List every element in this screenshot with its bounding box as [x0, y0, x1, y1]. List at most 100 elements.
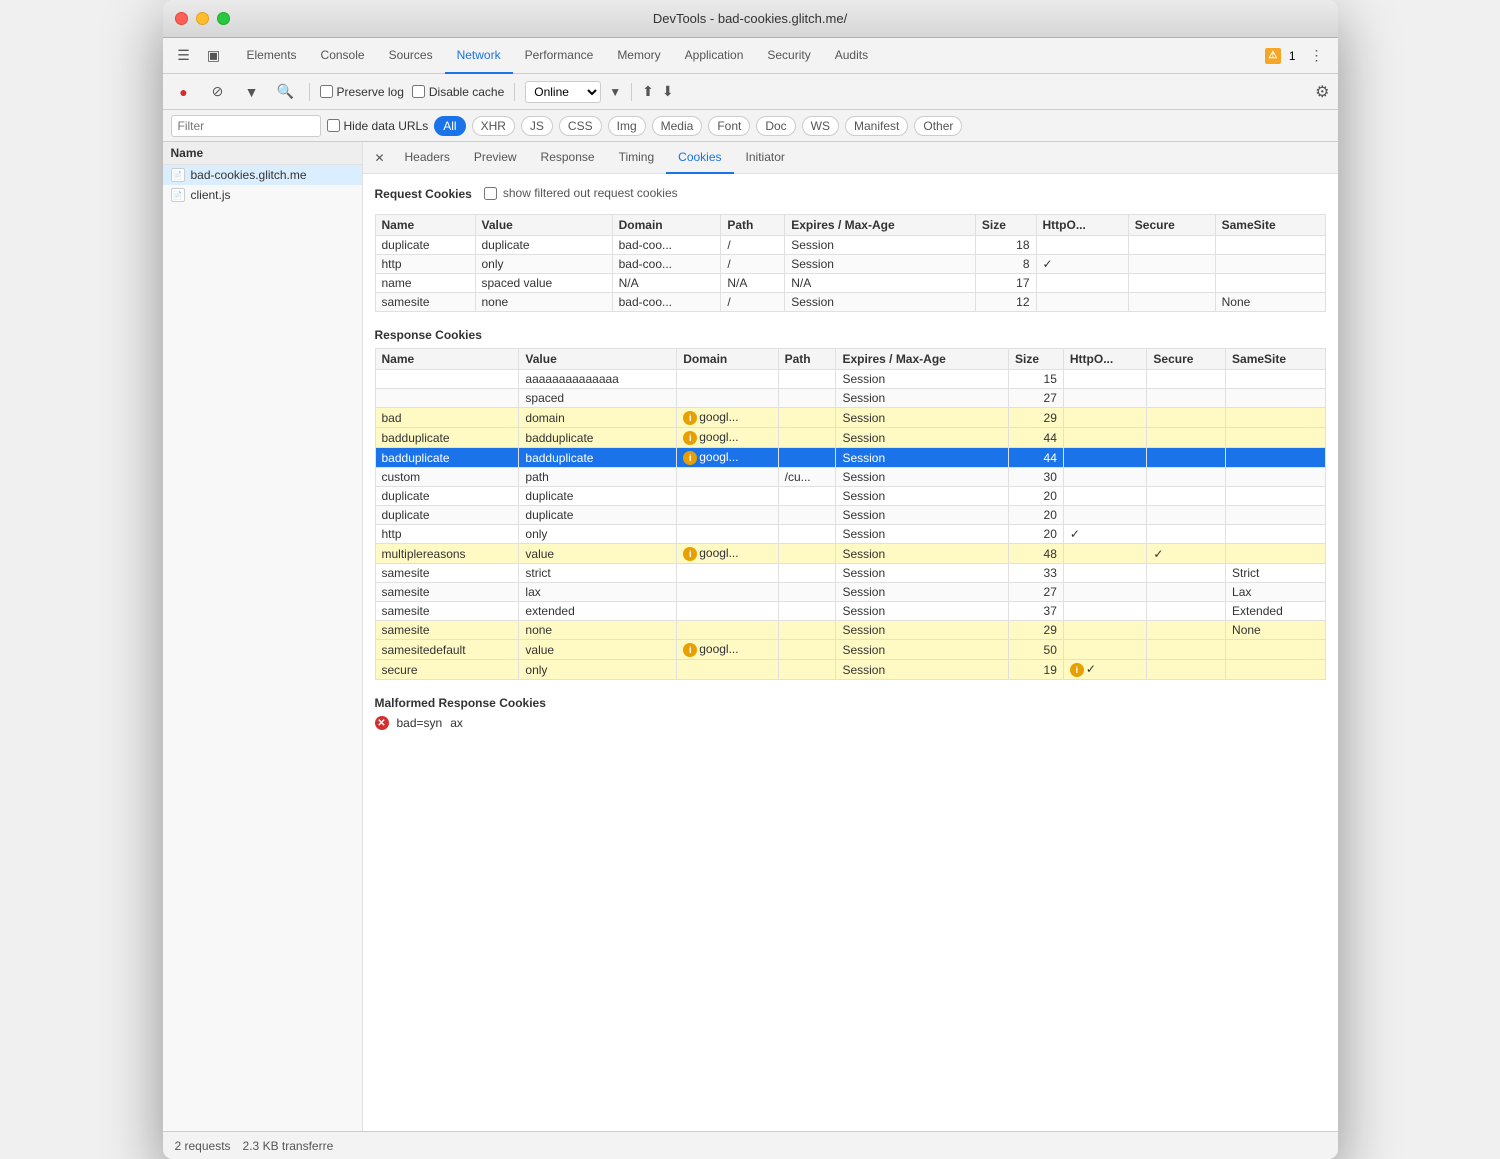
search-icon[interactable]: 🔍 [273, 79, 299, 105]
filter-type-js[interactable]: JS [521, 116, 553, 136]
col-size[interactable]: Size [1009, 349, 1064, 370]
table-row[interactable]: samesitestrictSession33Strict [375, 564, 1325, 583]
table-row[interactable]: custompath/cu...Session30 [375, 468, 1325, 487]
table-cell [677, 468, 778, 487]
sidebar-item-bad-cookies[interactable]: 📄 bad-cookies.glitch.me [163, 165, 362, 185]
table-cell [1226, 544, 1325, 564]
upload-icon[interactable]: ⬆ [642, 83, 654, 100]
minimize-button[interactable] [196, 12, 209, 25]
network-throttle-select[interactable]: Online Fast 3G Slow 3G Offline [525, 81, 601, 103]
table-row[interactable]: multiplereasonsvalueigoogl...Session48✓ [375, 544, 1325, 564]
filter-type-font[interactable]: Font [708, 116, 750, 136]
tab-memory[interactable]: Memory [605, 38, 672, 74]
tab-elements[interactable]: Elements [235, 38, 309, 74]
col-domain[interactable]: Domain [677, 349, 778, 370]
hide-data-urls-label[interactable]: Hide data URLs [327, 119, 429, 133]
col-size[interactable]: Size [975, 215, 1036, 236]
detail-tab-response[interactable]: Response [529, 142, 607, 174]
col-httponly[interactable]: HttpO... [1063, 349, 1147, 370]
tab-console[interactable]: Console [309, 38, 377, 74]
col-path[interactable]: Path [778, 349, 836, 370]
tab-performance[interactable]: Performance [513, 38, 606, 74]
col-expires[interactable]: Expires / Max-Age [785, 215, 976, 236]
filter-type-manifest[interactable]: Manifest [845, 116, 908, 136]
table-row[interactable]: samesitenoneSession29None [375, 621, 1325, 640]
table-cell [778, 660, 836, 680]
table-row[interactable]: samesiteextendedSession37Extended [375, 602, 1325, 621]
download-icon[interactable]: ⬇ [662, 83, 674, 100]
filter-type-xhr[interactable]: XHR [472, 116, 515, 136]
table-row[interactable]: secureonlySession19i✓ [375, 660, 1325, 680]
table-cell: duplicate [519, 506, 677, 525]
filter-type-doc[interactable]: Doc [756, 116, 795, 136]
more-options-icon[interactable]: ⋮ [1304, 43, 1330, 69]
sidebar-item-client-js[interactable]: 📄 client.js [163, 185, 362, 205]
detail-tab-headers[interactable]: Headers [393, 142, 462, 174]
stop-record-button[interactable]: ⊘ [205, 79, 231, 105]
filter-type-ws[interactable]: WS [802, 116, 839, 136]
show-filtered-checkbox[interactable]: show filtered out request cookies [484, 186, 678, 200]
table-row[interactable]: namespaced valueN/AN/AN/A17 [375, 274, 1325, 293]
close-button[interactable] [175, 12, 188, 25]
table-cell: badduplicate [375, 428, 519, 448]
col-secure[interactable]: Secure [1128, 215, 1215, 236]
filter-type-media[interactable]: Media [652, 116, 703, 136]
divider-2 [514, 83, 515, 101]
filter-input[interactable] [171, 115, 321, 137]
filter-type-css[interactable]: CSS [559, 116, 602, 136]
col-domain[interactable]: Domain [612, 215, 721, 236]
col-expires[interactable]: Expires / Max-Age [836, 349, 1009, 370]
table-cell: 8 [975, 255, 1036, 274]
filter-type-all[interactable]: All [434, 116, 465, 136]
preserve-log-checkbox[interactable]: Preserve log [320, 85, 404, 99]
network-toolbar: ● ⊘ ▼ 🔍 Preserve log Disable cache Onlin… [163, 74, 1338, 110]
table-cell [677, 583, 778, 602]
table-cell: igoogl... [677, 640, 778, 660]
col-path[interactable]: Path [721, 215, 785, 236]
col-value[interactable]: Value [519, 349, 677, 370]
filter-icon[interactable]: ▼ [239, 79, 265, 105]
tab-audits[interactable]: Audits [823, 38, 880, 74]
close-detail-button[interactable]: ✕ [371, 149, 389, 167]
table-row[interactable]: duplicateduplicatebad-coo.../Session18 [375, 236, 1325, 255]
detail-tab-timing[interactable]: Timing [607, 142, 667, 174]
cursor-icon[interactable]: ☰ [171, 43, 197, 69]
table-row[interactable]: baddomainigoogl...Session29 [375, 408, 1325, 428]
disable-cache-checkbox[interactable]: Disable cache [412, 85, 504, 99]
filter-type-other[interactable]: Other [914, 116, 962, 136]
col-secure[interactable]: Secure [1147, 349, 1226, 370]
col-samesite[interactable]: SameSite [1215, 215, 1325, 236]
col-name[interactable]: Name [375, 215, 475, 236]
detail-tab-cookies[interactable]: Cookies [666, 142, 733, 174]
tab-application[interactable]: Application [673, 38, 756, 74]
table-row[interactable]: spacedSession27 [375, 389, 1325, 408]
maximize-button[interactable] [217, 12, 230, 25]
record-button[interactable]: ● [171, 79, 197, 105]
detail-tab-initiator[interactable]: Initiator [734, 142, 797, 174]
device-icon[interactable]: ▣ [201, 43, 227, 69]
filter-type-img[interactable]: Img [608, 116, 646, 136]
table-row[interactable]: badduplicatebadduplicateigoogl...Session… [375, 428, 1325, 448]
table-row[interactable]: httponlybad-coo.../Session8✓ [375, 255, 1325, 274]
table-row[interactable]: badduplicatebadduplicateigoogl...Session… [375, 448, 1325, 468]
detail-tab-preview[interactable]: Preview [462, 142, 529, 174]
tab-security[interactable]: Security [755, 38, 822, 74]
gear-icon[interactable]: ⚙ [1315, 82, 1329, 102]
request-cookies-header: Request Cookies show filtered out reques… [375, 186, 1326, 208]
col-value[interactable]: Value [475, 215, 612, 236]
table-cell [375, 389, 519, 408]
table-row[interactable]: samesitelaxSession27Lax [375, 583, 1325, 602]
table-row[interactable]: samesitedefaultvalueigoogl...Session50 [375, 640, 1325, 660]
sidebar: Name 📄 bad-cookies.glitch.me 📄 client.js [163, 142, 363, 1131]
table-row[interactable]: httponlySession20✓ [375, 525, 1325, 544]
table-row[interactable]: duplicateduplicateSession20 [375, 487, 1325, 506]
sidebar-item-label: client.js [191, 188, 231, 202]
col-samesite[interactable]: SameSite [1226, 349, 1325, 370]
tab-network[interactable]: Network [445, 38, 513, 74]
table-row[interactable]: samesitenonebad-coo.../Session12None [375, 293, 1325, 312]
table-row[interactable]: duplicateduplicateSession20 [375, 506, 1325, 525]
col-httponly[interactable]: HttpO... [1036, 215, 1128, 236]
tab-sources[interactable]: Sources [377, 38, 445, 74]
col-name[interactable]: Name [375, 349, 519, 370]
table-row[interactable]: aaaaaaaaaaaaaaSession15 [375, 370, 1325, 389]
